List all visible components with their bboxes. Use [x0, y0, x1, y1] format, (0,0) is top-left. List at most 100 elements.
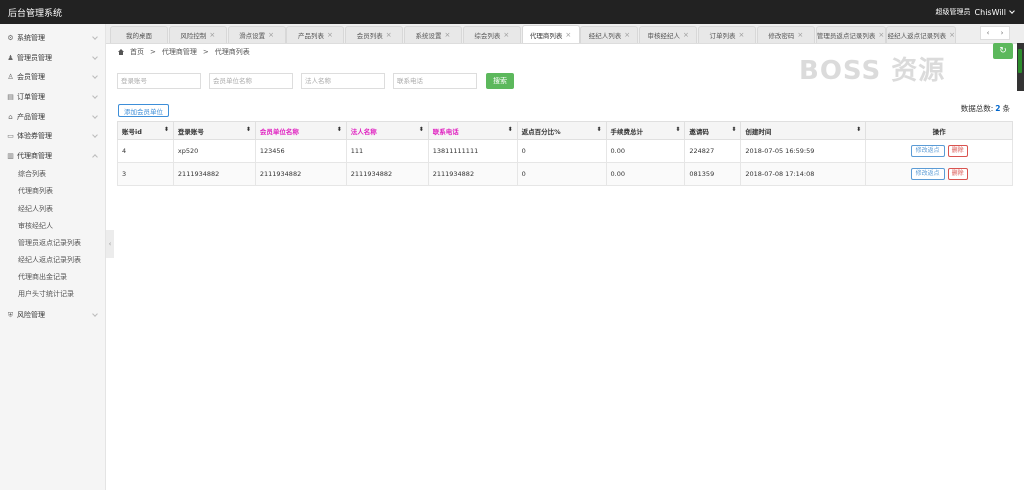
sidebar-item-admins[interactable]: ♟ 管理员管理: [0, 48, 105, 68]
column-header[interactable]: 联系电话 ⬍: [427, 121, 518, 140]
close-icon[interactable]: ×: [209, 31, 215, 39]
close-icon[interactable]: ×: [386, 31, 392, 39]
cell-id: 3: [117, 162, 174, 186]
sidebar-item-label: 管理员管理: [17, 53, 52, 62]
refresh-button[interactable]: ↻: [993, 43, 1013, 59]
tab[interactable]: 我的桌面: [110, 26, 168, 43]
watermark: BOSS 资源: [799, 56, 946, 86]
user-menu[interactable]: 超级管理员 ChisWill: [936, 7, 1015, 17]
tab[interactable]: 会员列表 ×: [345, 26, 404, 43]
sidebar-subitem[interactable]: 经纪人列表: [0, 200, 105, 217]
sidebar-subitem[interactable]: 用户头寸统计记录: [0, 285, 105, 302]
column-header[interactable]: 法人名称 ⬍: [345, 121, 429, 140]
close-icon[interactable]: ×: [683, 31, 689, 39]
tab-label: 经纪人返点记录列表: [887, 32, 947, 40]
sort-icon[interactable]: ⬍: [596, 127, 601, 133]
tab-label: 产品列表: [297, 32, 324, 40]
add-member-unit-button[interactable]: 添加会员单位: [118, 104, 169, 117]
sort-icon[interactable]: ⬍: [731, 127, 736, 133]
sort-icon[interactable]: ⬍: [675, 127, 680, 133]
chevron-down-icon: [92, 53, 98, 60]
search-button[interactable]: 搜索: [486, 73, 514, 89]
cell-phone: 13811111111: [427, 139, 518, 163]
chevron-right-icon[interactable]: ›: [1001, 29, 1004, 37]
edit-rebate-button[interactable]: 修改返点: [910, 168, 945, 180]
sidebar-subitem[interactable]: 代理商列表: [0, 183, 105, 200]
sort-icon[interactable]: ⬍: [337, 127, 342, 133]
tab[interactable]: 审核经纪人 ×: [639, 26, 698, 43]
tab-active[interactable]: 代理商列表 ×: [521, 25, 580, 43]
close-icon[interactable]: ×: [445, 31, 451, 39]
column-header[interactable]: 账号id ⬍: [117, 121, 174, 140]
chevron-left-icon[interactable]: ‹: [987, 29, 990, 37]
tab[interactable]: 产品列表 ×: [286, 26, 345, 43]
breadcrumb-level1[interactable]: 代理商管理: [162, 47, 197, 57]
sidebar-item-risk[interactable]: ⛨ 风险管理: [0, 306, 105, 326]
sidebar-item-label: 订单管理: [17, 92, 45, 101]
cell-invite-code: 224827: [684, 139, 742, 163]
column-header[interactable]: 会员单位名称 ⬍: [254, 121, 347, 140]
sidebar-item-agents[interactable]: ▥ 代理商管理: [0, 146, 105, 166]
sort-icon[interactable]: ⬍: [164, 127, 169, 133]
tab[interactable]: 管理员返点记录列表 ×: [815, 26, 886, 43]
sidebar-subitem[interactable]: 管理员返点记录列表: [0, 234, 105, 251]
company-search-input[interactable]: [209, 73, 293, 89]
column-header[interactable]: 手续费总计 ⬍: [605, 121, 686, 140]
column-header[interactable]: 创建时间 ⬍: [740, 121, 867, 140]
tab-label: 审核经纪人: [647, 32, 680, 40]
sort-icon[interactable]: ⬍: [508, 127, 513, 133]
legal-name-search-input[interactable]: [301, 73, 385, 89]
sidebar-collapse-handle[interactable]: ‹: [106, 230, 114, 258]
sidebar-item-products[interactable]: ⌂ 产品管理: [0, 107, 105, 127]
edit-rebate-button[interactable]: 修改返点: [910, 145, 945, 157]
tab[interactable]: 经纪人返点记录列表 ×: [886, 26, 957, 43]
tab[interactable]: 风险控制 ×: [168, 26, 227, 43]
delete-button[interactable]: 删除: [947, 168, 968, 180]
column-header[interactable]: 返点百分比% ⬍: [516, 121, 607, 140]
product-icon: ⌂: [8, 112, 13, 121]
side-scroll-panel[interactable]: [1017, 43, 1024, 91]
close-icon[interactable]: ×: [878, 31, 884, 39]
sidebar-subitem[interactable]: 经纪人返点记录列表: [0, 251, 105, 268]
tab[interactable]: 综会列表 ×: [462, 26, 521, 43]
tab-scroll-nav: ‹ ›: [980, 26, 1010, 40]
sidebar-item-orders[interactable]: ▤ 订单管理: [0, 87, 105, 107]
close-icon[interactable]: ×: [797, 31, 803, 39]
close-icon[interactable]: ×: [624, 31, 630, 39]
sort-icon[interactable]: ⬍: [419, 127, 424, 133]
cell-invite-code: 081359: [684, 162, 742, 186]
top-bar: 后台管理系统 超级管理员 ChisWill: [0, 0, 1024, 24]
tab-label: 滑点设置: [239, 32, 266, 40]
sidebar-subitem[interactable]: 综合列表: [0, 166, 105, 183]
close-icon[interactable]: ×: [565, 31, 571, 39]
close-icon[interactable]: ×: [949, 31, 955, 39]
close-icon[interactable]: ×: [503, 31, 509, 39]
column-header[interactable]: 登录账号 ⬍: [172, 121, 256, 140]
cell-company: 123456: [254, 139, 347, 163]
sort-icon[interactable]: ⬍: [856, 127, 861, 133]
sidebar-item-members[interactable]: ♙ 会员管理: [0, 67, 105, 87]
column-header[interactable]: 邀请码 ⬍: [684, 121, 742, 140]
sidebar-item-coupons[interactable]: ▭ 体验券管理: [0, 126, 105, 146]
tab[interactable]: 订单列表 ×: [697, 26, 756, 43]
sidebar-subitem[interactable]: 代理商出金记录: [0, 268, 105, 285]
cell-id: 4: [117, 139, 174, 163]
phone-search-input[interactable]: [393, 73, 477, 89]
scroll-thumb[interactable]: [1018, 49, 1022, 73]
sidebar-item-system[interactable]: ⚙ 系统管理: [0, 28, 105, 48]
breadcrumb-home[interactable]: 首页: [130, 47, 144, 57]
close-icon[interactable]: ×: [268, 31, 274, 39]
agent-icon: ▥: [7, 151, 14, 160]
cell-created-at: 2018-07-08 17:14:08: [740, 162, 867, 186]
delete-button[interactable]: 删除: [947, 145, 968, 157]
sort-icon[interactable]: ⬍: [246, 127, 251, 133]
close-icon[interactable]: ×: [739, 31, 745, 39]
tab[interactable]: 经纪人列表 ×: [580, 26, 639, 43]
cell-legal-name: 2111934882: [345, 162, 429, 186]
close-icon[interactable]: ×: [327, 31, 333, 39]
sidebar-subitem[interactable]: 审核经纪人: [0, 217, 105, 234]
tab[interactable]: 滑点设置 ×: [227, 26, 286, 43]
account-search-input[interactable]: [117, 73, 201, 89]
tab[interactable]: 修改密码 ×: [756, 26, 815, 43]
tab[interactable]: 系统设置 ×: [403, 26, 462, 43]
